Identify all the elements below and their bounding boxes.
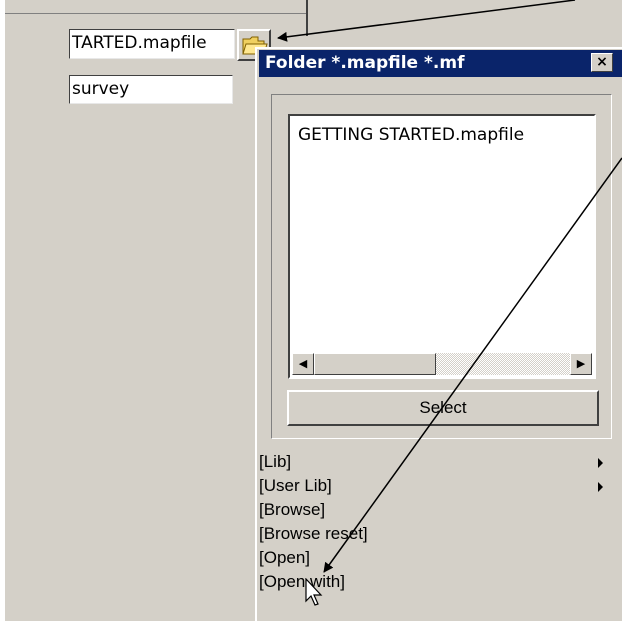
- mouse-pointer-icon: [305, 578, 323, 606]
- annotation-arrow-open: [323, 157, 622, 573]
- annotation-arrow-folder: [277, 0, 576, 42]
- annotation-arrows: [277, 0, 622, 573]
